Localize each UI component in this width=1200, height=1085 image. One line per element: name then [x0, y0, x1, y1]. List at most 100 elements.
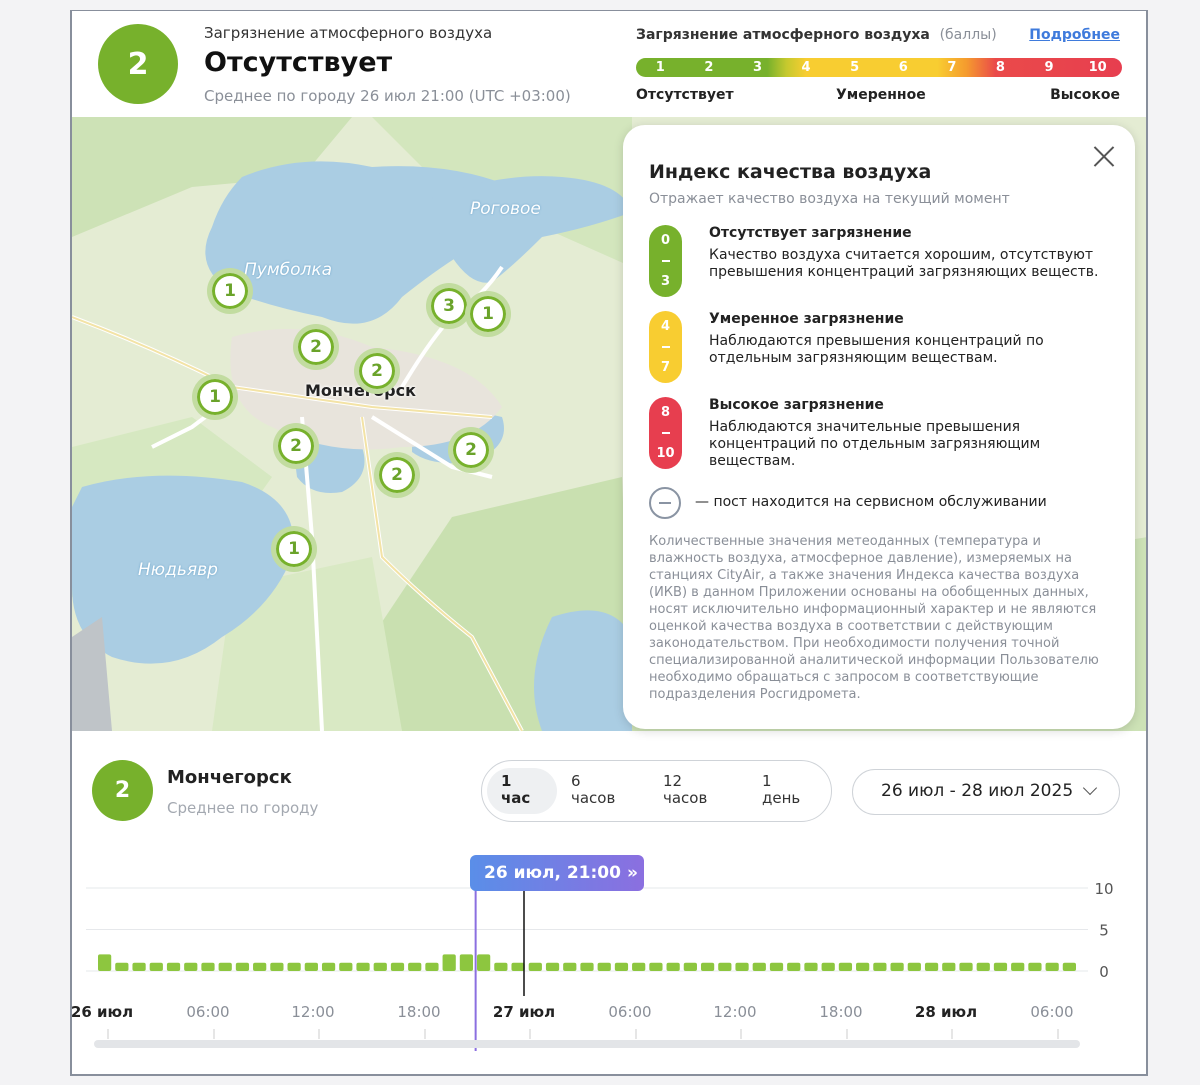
city-panel: 2 Мончегорск Среднее по городу 1 час 6 ч… [72, 731, 1146, 1074]
tab-12-hours[interactable]: 12 часов [663, 768, 707, 814]
pill-from: 4 [660, 319, 671, 334]
chart-bar [804, 962, 818, 971]
pollution-subtitle: Среднее по городу 26 июл 21:00 (UTC +03:… [204, 87, 571, 105]
aqi-info-popup: Индекс качества воздуха Отражает качеств… [623, 125, 1135, 729]
chart-bar [408, 962, 422, 971]
chart-bar [270, 962, 284, 971]
chart-bar [511, 962, 525, 971]
pollution-caption: Загрязнение атмосферного воздуха [204, 24, 493, 42]
chart-bar [1028, 962, 1042, 971]
chart-bar [321, 962, 336, 971]
map-label-nyudyavr: Нюдьявр [138, 560, 218, 580]
chart-bar [718, 962, 732, 971]
chart-bar [356, 962, 370, 971]
level-text: Наблюдаются значительные превышения конц… [709, 419, 1041, 469]
tab-6-hours[interactable]: 6 часов [571, 768, 615, 814]
header-card: 2 Загрязнение атмосферного воздуха Отсут… [72, 11, 1146, 117]
level-pill-high: 8 10 [649, 397, 682, 469]
station-marker[interactable]: 1 [271, 526, 317, 572]
chart-tooltip[interactable]: 26 июл, 21:00» [470, 855, 644, 891]
chart-bar [287, 962, 301, 971]
popup-title: Индекс качества воздуха [649, 161, 932, 183]
x-tick-label: 12:00 [713, 1003, 756, 1021]
chart-bar [580, 962, 594, 971]
chart-bar [184, 962, 198, 971]
tab-num: 1 [762, 772, 772, 790]
chart-bar [976, 962, 990, 971]
pill-from: 8 [660, 405, 671, 420]
scale-number: 7 [947, 60, 957, 75]
city-index-badge: 2 [98, 24, 178, 104]
x-tick-label: 18:00 [819, 1003, 862, 1021]
chart-bar [563, 962, 577, 971]
station-marker[interactable]: 2 [448, 427, 494, 473]
more-link[interactable]: Подробнее [1029, 27, 1120, 43]
chart-bar [459, 954, 474, 971]
tab-num: 6 [571, 772, 581, 790]
level-text: Наблюдаются превышения концентраций по о… [709, 333, 1044, 366]
scale-bar: 1 2 3 4 5 6 7 8 9 10 [636, 58, 1122, 77]
chart-bar [253, 962, 267, 971]
scale-number: 6 [898, 60, 908, 75]
scale-title: Загрязнение атмосферного воздуха (баллы) [636, 27, 997, 43]
chart-bar [494, 962, 508, 971]
chart-bar [304, 962, 318, 971]
station-marker[interactable]: 2 [374, 452, 420, 498]
chart-bar [115, 962, 129, 971]
scale-label-high: Высокое [1050, 87, 1120, 103]
chart-bar [666, 962, 680, 971]
chart-bar [235, 962, 250, 971]
station-marker[interactable]: 2 [293, 324, 339, 370]
app-frame: 2 Загрязнение атмосферного воздуха Отсут… [70, 10, 1148, 1076]
x-tick-label: 28 июл [915, 1003, 977, 1021]
pill-from: 0 [660, 233, 671, 248]
chart-bar [1011, 962, 1025, 971]
chart-bar [924, 962, 939, 971]
close-icon[interactable] [1093, 145, 1115, 167]
date-range-picker[interactable]: 26 июл - 28 июл 2025 [852, 769, 1120, 815]
chart-bar [98, 954, 112, 971]
chart-bar [132, 962, 146, 971]
chart-bar [683, 962, 697, 971]
chart-bar [614, 962, 629, 971]
tab-1-hour[interactable]: 1 час [487, 768, 557, 814]
chart-bar [528, 962, 542, 971]
station-marker[interactable]: 2 [354, 348, 400, 394]
tab-unit: часов [663, 789, 708, 807]
chart-bar [545, 962, 560, 971]
tab-num: 1 [501, 772, 512, 790]
chart-bar [752, 962, 766, 971]
level-title: Умеренное загрязнение [709, 311, 904, 327]
map-label-pumbolka: Пумболка [244, 260, 333, 280]
double-chevron-right-icon: » [626, 863, 638, 883]
chart-bar [856, 962, 870, 971]
service-note: — пост находится на сервисном обслуживан… [695, 494, 1047, 510]
y-tick-label: 10 [1094, 880, 1113, 898]
scale-number: 4 [801, 60, 811, 75]
scale-title-text: Загрязнение атмосферного воздуха [636, 27, 930, 43]
chart-bar [1062, 962, 1076, 971]
city-index-badge-small: 2 [92, 760, 153, 821]
period-tabs: 1 час 6 часов 12 часов 1 день [481, 760, 832, 822]
scale-label-mid: Умеренное [836, 87, 926, 103]
scale-units: (баллы) [939, 27, 997, 43]
disclaimer-text: Количественные значения метеоданных (тем… [649, 534, 1099, 702]
scale-number: 8 [995, 60, 1005, 75]
chart-bar [442, 954, 456, 971]
station-marker[interactable]: 1 [192, 374, 238, 420]
tab-1-day[interactable]: 1 день [762, 768, 800, 814]
chart-bar [700, 962, 715, 971]
station-marker[interactable]: 1 [207, 268, 253, 314]
station-marker[interactable]: 2 [273, 423, 319, 469]
map-label-rogovoe: Роговое [470, 199, 541, 219]
chart-bar [942, 962, 956, 971]
chart-bar [339, 962, 353, 971]
tab-unit: часов [571, 789, 616, 807]
timeline-scrollbar [94, 1040, 1080, 1048]
station-marker[interactable]: 1 [465, 291, 511, 337]
city-subtitle: Среднее по городу [167, 799, 319, 817]
pollution-status: Отсутствует [204, 47, 393, 78]
popup-subtitle: Отражает качество воздуха на текущий мом… [649, 191, 1010, 207]
scale-number: 9 [1044, 60, 1054, 75]
chart-bar [735, 962, 749, 971]
